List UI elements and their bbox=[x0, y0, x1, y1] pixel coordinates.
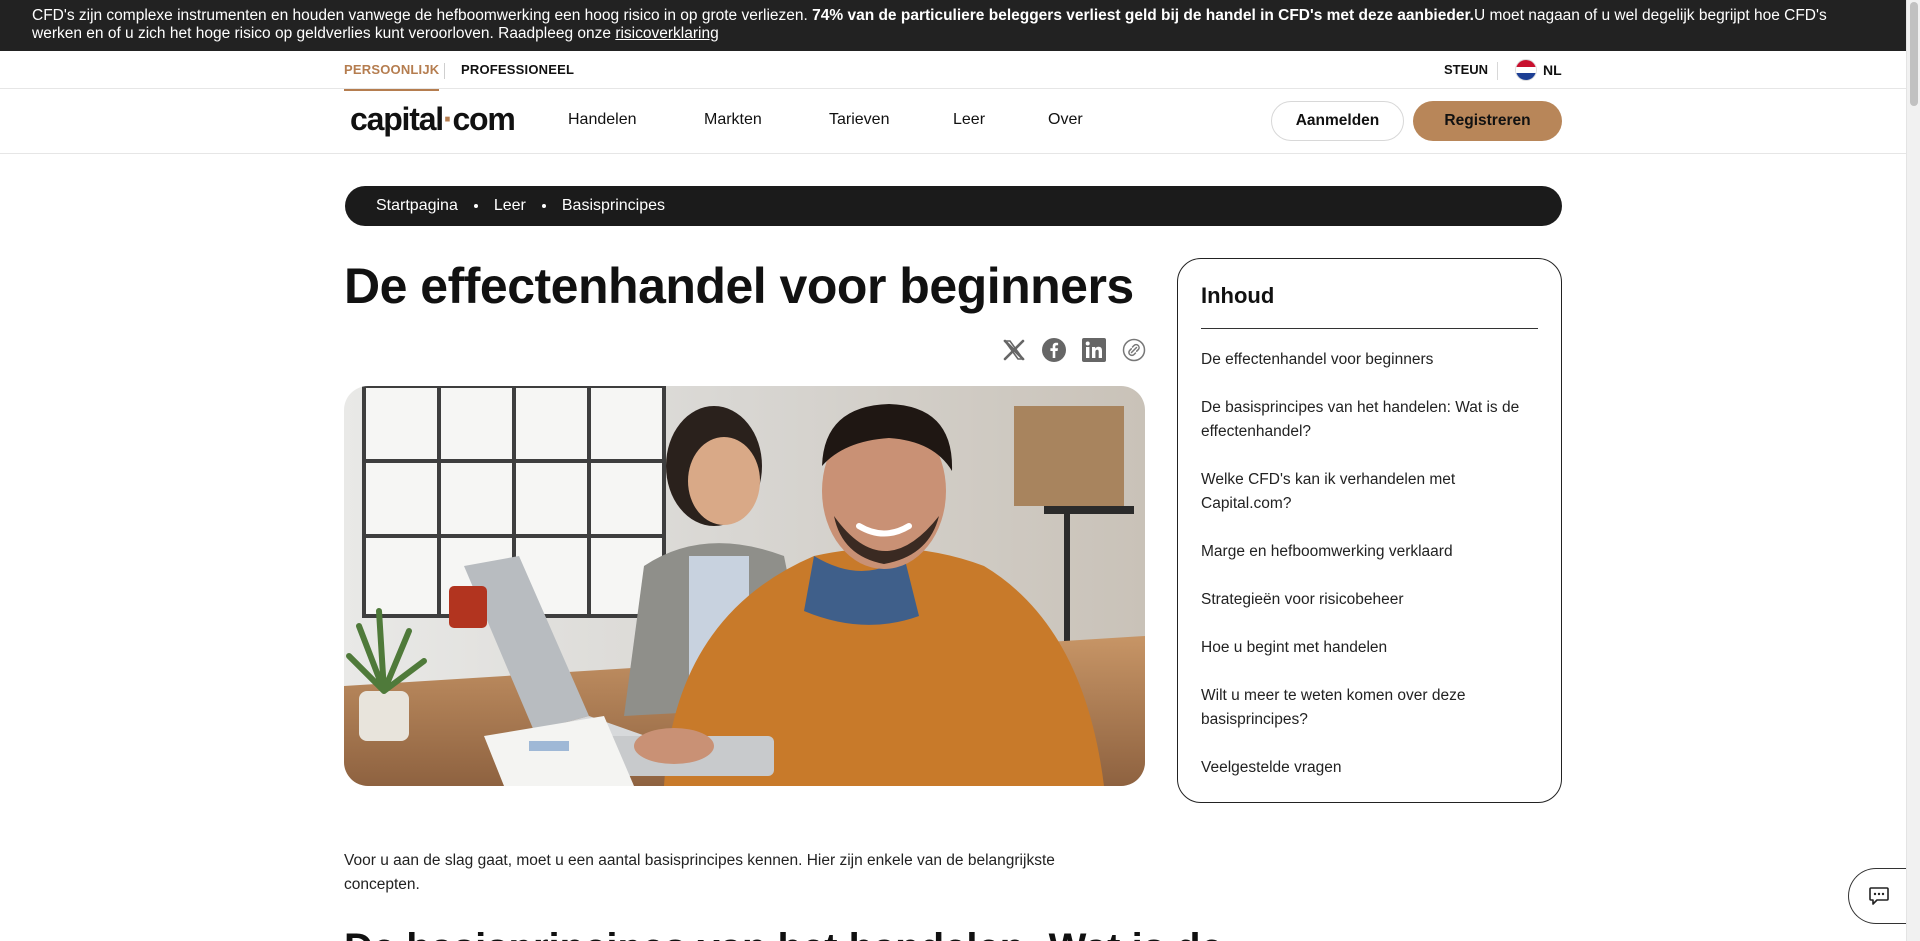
support-link[interactable]: STEUN bbox=[1444, 62, 1488, 77]
scrollbar-thumb[interactable] bbox=[1910, 2, 1918, 106]
breadcrumb-learn[interactable]: Leer bbox=[494, 197, 526, 215]
table-of-contents: Inhoud De effectenhandel voor beginners … bbox=[1177, 258, 1562, 803]
chat-button[interactable] bbox=[1848, 868, 1906, 924]
intro-paragraph: Voor u aan de slag gaat, moet u een aant… bbox=[344, 852, 1055, 893]
toc-list: De effectenhandel voor beginners De basi… bbox=[1201, 348, 1538, 780]
toc-title: Inhoud bbox=[1201, 283, 1538, 329]
x-icon[interactable] bbox=[1000, 336, 1028, 364]
breadcrumb-home[interactable]: Startpagina bbox=[376, 197, 458, 215]
linkedin-icon[interactable] bbox=[1080, 336, 1108, 364]
login-button[interactable]: Aanmelden bbox=[1271, 101, 1404, 141]
language-code: NL bbox=[1543, 62, 1562, 78]
page-scrollbar[interactable] bbox=[1906, 0, 1920, 941]
section-heading: De basisprincipes van het handelen: Wat … bbox=[344, 926, 1223, 941]
chat-bubble-icon bbox=[1868, 887, 1889, 905]
language-selector[interactable]: NL bbox=[1515, 59, 1562, 81]
main-navigation: capital·com Handelen Markten Tarieven Le… bbox=[0, 89, 1906, 154]
breadcrumb: Startpagina Leer Basisprincipes bbox=[345, 186, 1562, 226]
toc-item[interactable]: Strategieën voor risicobeheer bbox=[1201, 588, 1538, 612]
risk-disclosure-link[interactable]: risicoverklaring bbox=[615, 25, 718, 42]
breadcrumb-separator bbox=[473, 204, 478, 208]
segment-personal-tab[interactable]: PERSOONLIJK bbox=[344, 62, 440, 91]
netherlands-flag-icon bbox=[1515, 59, 1537, 81]
nav-item-over[interactable]: Over bbox=[1048, 111, 1083, 129]
risk-text: CFD's zijn complexe instrumenten en houd… bbox=[32, 7, 813, 24]
segment-bar: PERSOONLIJK PROFESSIONEEL STEUN NL bbox=[0, 51, 1906, 91]
copy-link-icon[interactable] bbox=[1120, 336, 1148, 364]
risk-text-bold: 74% van de particuliere beleggers verlie… bbox=[812, 7, 1474, 24]
toc-item[interactable]: De effectenhandel voor beginners bbox=[1201, 348, 1538, 372]
page-title: De effectenhandel voor beginners bbox=[344, 258, 1134, 314]
risk-warning-banner: CFD's zijn complexe instrumenten en houd… bbox=[0, 0, 1906, 51]
language-divider bbox=[1497, 62, 1498, 80]
nav-item-handelen[interactable]: Handelen bbox=[568, 111, 637, 129]
toc-item[interactable]: Welke CFD's kan ik verhandelen met Capit… bbox=[1201, 468, 1538, 516]
nav-item-markten[interactable]: Markten bbox=[704, 111, 762, 129]
facebook-icon[interactable] bbox=[1040, 336, 1068, 364]
nav-item-tarieven[interactable]: Tarieven bbox=[829, 111, 889, 129]
segment-divider bbox=[444, 63, 445, 79]
toc-item[interactable]: Wilt u meer te weten komen over deze bas… bbox=[1201, 684, 1538, 732]
logo-text-com: com bbox=[452, 101, 515, 137]
breadcrumb-separator bbox=[541, 204, 546, 208]
toc-item[interactable]: Hoe u begint met handelen bbox=[1201, 636, 1538, 660]
breadcrumb-basics[interactable]: Basisprincipes bbox=[562, 197, 665, 215]
logo-text-capital: capital bbox=[350, 101, 444, 137]
toc-item[interactable]: Veelgestelde vragen bbox=[1201, 756, 1538, 780]
share-buttons bbox=[1000, 336, 1148, 364]
toc-item[interactable]: De basisprincipes van het handelen: Wat … bbox=[1201, 396, 1538, 444]
toc-item[interactable]: Marge en hefboomwerking verklaard bbox=[1201, 540, 1538, 564]
segment-professional-tab[interactable]: PROFESSIONEEL bbox=[461, 62, 574, 77]
capital-com-logo[interactable]: capital·com bbox=[350, 101, 516, 138]
hero-image bbox=[344, 386, 1145, 786]
register-button[interactable]: Registreren bbox=[1413, 101, 1562, 141]
nav-item-leer[interactable]: Leer bbox=[953, 111, 985, 129]
